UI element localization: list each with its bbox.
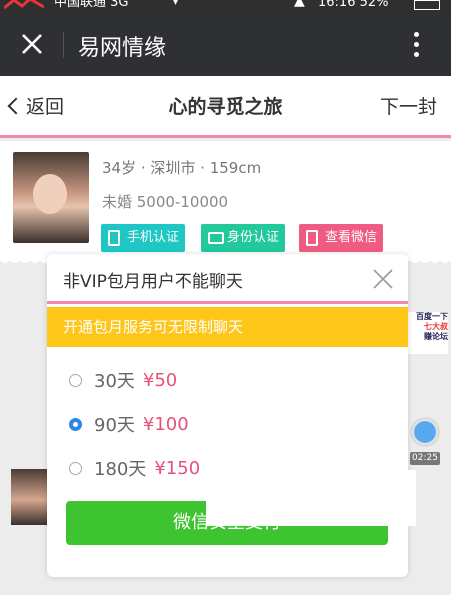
- plan-option-90[interactable]: 90天 ¥100: [69, 410, 189, 438]
- profile-basic-info: 34岁 · 深圳市 · 159cm: [102, 159, 262, 177]
- plan-price: ¥50: [142, 369, 178, 391]
- plan-days: 90天: [94, 415, 135, 436]
- phone-icon: [108, 230, 120, 246]
- profile-status-info: 未婚 5000-10000: [102, 193, 229, 211]
- plan-days: 180天: [94, 459, 147, 480]
- ad-text: 七大叔: [424, 322, 448, 331]
- vip-dialog: 非VIP包月用户不能聊天 开通包月服务可无限制聊天 30天 ¥50 90天 ¥100…: [47, 254, 408, 577]
- divider: [63, 32, 64, 58]
- clock-label: 16:16 52%: [318, 0, 389, 10]
- timer-label: 02:25: [410, 452, 440, 465]
- page-title: 易网情缘: [78, 36, 167, 61]
- view-wechat-button[interactable]: 查看微信: [299, 224, 384, 252]
- tag-label: 查看微信: [325, 230, 378, 245]
- radio-button[interactable]: [69, 417, 82, 431]
- wifi-icon: ▾: [172, 0, 180, 9]
- dialog-notice: 开通包月服务可无限制聊天: [47, 307, 408, 347]
- id-verified-badge[interactable]: 身份认证: [201, 224, 286, 252]
- profile-card: 34岁 · 深圳市 · 159cm 未婚 5000-10000 手机认证 身份认…: [0, 141, 451, 261]
- signal-icon: ▲: [294, 0, 305, 9]
- avatar[interactable]: [13, 152, 89, 243]
- plan-days: 30天: [94, 371, 135, 392]
- radio-button[interactable]: [69, 373, 82, 387]
- status-bar: 中国联通 3G ▾ ▲ 16:16 52%: [0, 0, 451, 14]
- floating-ball-button[interactable]: [410, 417, 440, 447]
- title-bar: 易网情缘: [0, 14, 451, 76]
- battery-icon: [414, 0, 440, 10]
- occluding-overlay: [206, 470, 416, 526]
- tag-label: 手机认证: [127, 230, 180, 245]
- navigation-bar: 返回 心的寻觅之旅 下一封: [0, 76, 451, 138]
- more-menu-icon[interactable]: [406, 30, 426, 60]
- id-card-icon: [208, 232, 224, 244]
- tag-label: 身份认证: [227, 230, 280, 245]
- next-button[interactable]: 下一封: [380, 92, 437, 119]
- plan-option-30[interactable]: 30天 ¥50: [69, 366, 177, 394]
- plan-price: ¥150: [154, 457, 201, 479]
- dialog-header: 非VIP包月用户不能聊天: [47, 254, 408, 304]
- plan-option-180[interactable]: 180天 ¥150: [69, 454, 200, 482]
- close-icon[interactable]: [371, 267, 395, 291]
- side-ad[interactable]: 百度一下 七大叔 赚论坛: [404, 312, 448, 354]
- carrier-label: 中国联通 3G: [54, 0, 129, 10]
- phone-verified-badge[interactable]: 手机认证: [101, 224, 186, 252]
- app-logo-icon: [4, 0, 44, 10]
- message-avatar[interactable]: [11, 469, 47, 525]
- close-icon[interactable]: [18, 30, 46, 58]
- ad-text: 赚论坛: [424, 332, 448, 341]
- dialog-title: 非VIP包月用户不能聊天: [63, 272, 243, 292]
- ad-text: 百度一下: [416, 312, 448, 321]
- radio-button[interactable]: [69, 461, 82, 475]
- phone-icon: [306, 230, 318, 246]
- plan-price: ¥100: [142, 413, 189, 435]
